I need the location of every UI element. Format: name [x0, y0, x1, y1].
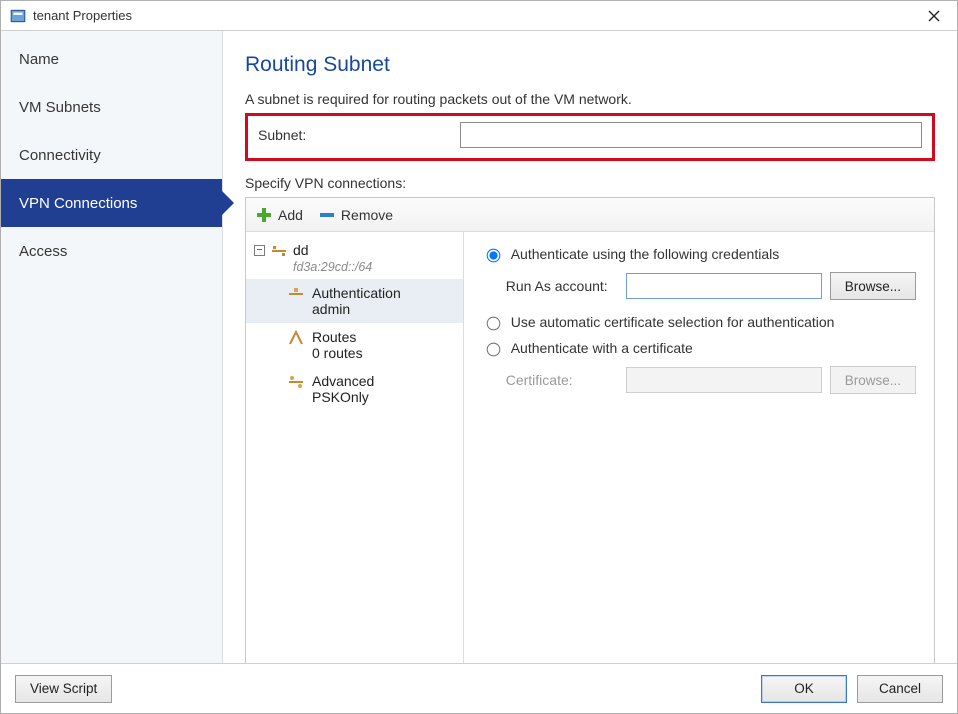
tree-item-routes[interactable]: Routes 0 routes: [246, 323, 463, 367]
detail-panel: Authenticate using the following credent…: [464, 232, 934, 663]
sidebar-item-label: Access: [19, 243, 67, 260]
tree-item-sub: PSKOnly: [312, 389, 374, 405]
run-as-row: Run As account: Browse...: [506, 272, 916, 300]
network-icon: [288, 286, 304, 302]
vpn-panel: Add Remove −: [245, 197, 935, 663]
sidebar-item-label: VPN Connections: [19, 195, 137, 212]
tree-item-sub: admin: [312, 301, 401, 317]
vpn-toolbar: Add Remove: [246, 198, 934, 232]
page-subtitle: A subnet is required for routing packets…: [245, 91, 935, 107]
vpn-body: − dd fd3a:29cd::/64: [246, 232, 934, 663]
auth-option-credentials[interactable]: Authenticate using the following credent…: [482, 246, 916, 262]
view-script-button[interactable]: View Script: [15, 675, 112, 703]
sidebar-item-label: VM Subnets: [19, 99, 101, 116]
sidebar-item-vm-subnets[interactable]: VM Subnets: [1, 83, 222, 131]
sidebar-item-name[interactable]: Name: [1, 35, 222, 83]
tree-root-label: dd: [293, 242, 372, 260]
sidebar-item-label: Connectivity: [19, 147, 101, 164]
close-icon: [928, 10, 940, 22]
certificate-label: Certificate:: [506, 372, 618, 388]
run-as-input[interactable]: [626, 273, 822, 299]
remove-button[interactable]: Remove: [319, 207, 393, 223]
ok-button[interactable]: OK: [761, 675, 847, 703]
cancel-button[interactable]: Cancel: [857, 675, 943, 703]
radio-certificate-label: Authenticate with a certificate: [511, 340, 693, 356]
radio-certificate[interactable]: [486, 343, 500, 357]
connection-tree: − dd fd3a:29cd::/64: [246, 232, 464, 663]
main-panel: Routing Subnet A subnet is required for …: [223, 31, 957, 663]
certificate-input: [626, 367, 822, 393]
sidebar-item-access[interactable]: Access: [1, 227, 222, 275]
browse-certificate-button: Browse...: [830, 366, 916, 394]
dialog-window: tenant Properties Name VM Subnets Connec…: [0, 0, 958, 714]
radio-auto-cert[interactable]: [486, 317, 500, 331]
subnet-highlight-box: Subnet:: [245, 113, 935, 161]
radio-auto-cert-label: Use automatic certificate selection for …: [511, 314, 835, 330]
certificate-row: Certificate: Browse...: [506, 366, 916, 394]
tree-item-sub: 0 routes: [312, 345, 363, 361]
tree-item-label: Authentication: [312, 285, 401, 301]
tree-root-dd[interactable]: − dd fd3a:29cd::/64: [246, 238, 463, 279]
add-button-label: Add: [278, 207, 303, 223]
network-icon: [288, 374, 304, 390]
window-title: tenant Properties: [33, 8, 132, 23]
tree-root-sub: fd3a:29cd::/64: [293, 260, 372, 276]
tree-item-label: Advanced: [312, 373, 374, 389]
remove-button-label: Remove: [341, 207, 393, 223]
routes-icon: [288, 330, 304, 346]
sidebar: Name VM Subnets Connectivity VPN Connect…: [1, 31, 223, 663]
add-button[interactable]: Add: [256, 207, 303, 223]
auth-option-auto-cert[interactable]: Use automatic certificate selection for …: [482, 314, 916, 330]
app-icon: [9, 7, 27, 25]
auth-option-certificate[interactable]: Authenticate with a certificate: [482, 340, 916, 356]
sidebar-item-label: Name: [19, 51, 59, 68]
subnet-input[interactable]: [460, 122, 922, 148]
sidebar-item-vpn-connections[interactable]: VPN Connections: [1, 179, 222, 227]
tree-item-authentication[interactable]: Authentication admin: [246, 279, 463, 323]
run-as-label: Run As account:: [506, 278, 618, 294]
minus-icon: [319, 207, 335, 223]
dialog-footer: View Script OK Cancel: [1, 663, 957, 713]
page-title: Routing Subnet: [245, 53, 935, 77]
network-icon: [271, 243, 287, 259]
radio-credentials[interactable]: [486, 249, 500, 263]
sidebar-item-connectivity[interactable]: Connectivity: [1, 131, 222, 179]
close-button[interactable]: [911, 1, 957, 31]
titlebar: tenant Properties: [1, 1, 957, 31]
collapse-icon[interactable]: −: [254, 245, 265, 256]
specify-vpn-label: Specify VPN connections:: [245, 175, 935, 191]
subnet-label: Subnet:: [258, 127, 442, 143]
dialog-body: Name VM Subnets Connectivity VPN Connect…: [1, 31, 957, 663]
browse-run-as-button[interactable]: Browse...: [830, 272, 916, 300]
radio-credentials-label: Authenticate using the following credent…: [511, 246, 780, 262]
tree-item-advanced[interactable]: Advanced PSKOnly: [246, 367, 463, 411]
plus-icon: [256, 207, 272, 223]
tree-item-label: Routes: [312, 329, 363, 345]
